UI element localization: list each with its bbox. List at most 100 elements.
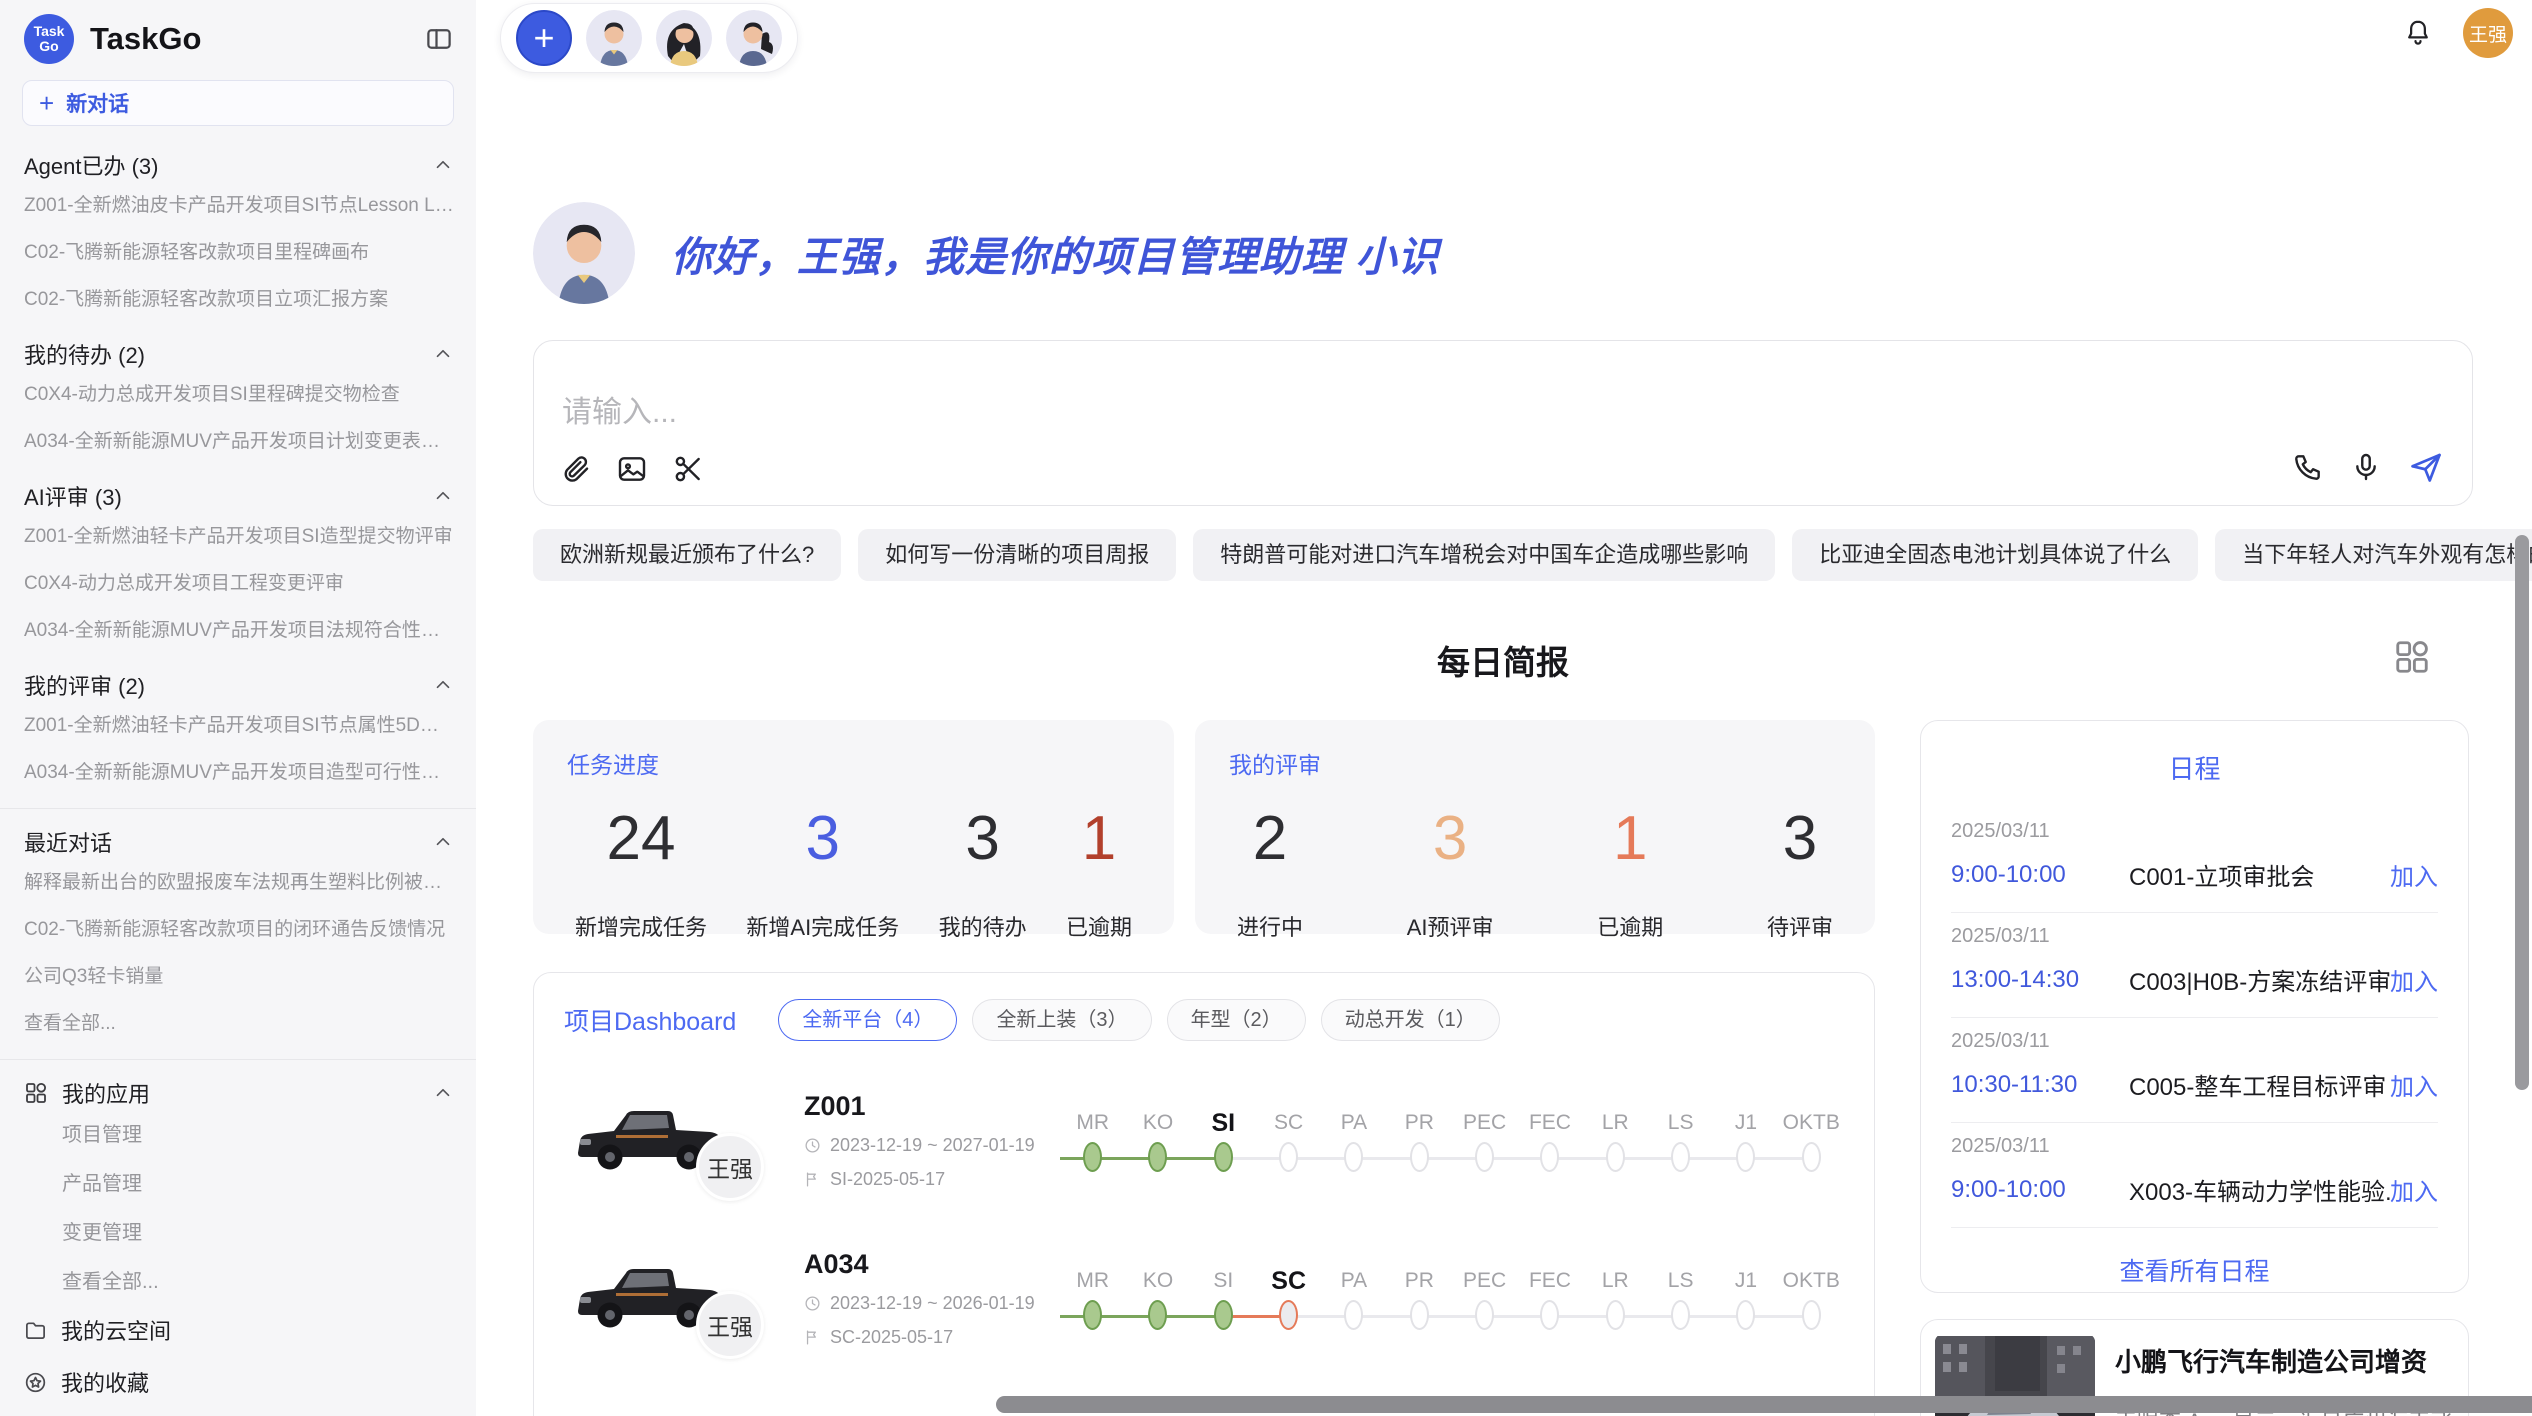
project-owner-badge: 王强 [696, 1133, 764, 1201]
vertical-scrollbar[interactable] [2515, 535, 2529, 1090]
my-review-card: 我的评审 2 进行中 3 AI预评审 [1195, 720, 1875, 934]
tab-new-platform[interactable]: 全新平台（4） [778, 999, 957, 1041]
join-link[interactable]: 加入 [2390, 857, 2438, 892]
topbar-right: 王强 [2403, 8, 2513, 58]
sidebar-group-recent-chats[interactable]: 最近对话 [24, 827, 454, 857]
tab-powertrain[interactable]: 动总开发（1） [1321, 999, 1500, 1041]
milestone-dot [1802, 1300, 1821, 1330]
scissors-icon[interactable] [672, 453, 704, 485]
sidebar-item[interactable]: C02-飞腾新能源轻客改款项目立项汇报方案 [24, 274, 454, 321]
milestone-dot [1279, 1142, 1298, 1172]
sidebar-app-project-mgmt[interactable]: 项目管理 [24, 1108, 454, 1157]
suggestion-chip[interactable]: 欧洲新规最近颁布了什么? [533, 529, 841, 581]
plus-icon: + [39, 90, 54, 116]
app-root: Task Go TaskGo + 新对话 Agent已办 (3) Z001-全新… [0, 0, 2532, 1416]
clock-icon [804, 1295, 821, 1312]
sidebar-app-change-mgmt[interactable]: 变更管理 [24, 1206, 454, 1255]
send-icon[interactable] [2408, 449, 2444, 485]
chevron-up-icon[interactable] [432, 831, 454, 853]
add-session-button[interactable]: + [516, 10, 572, 66]
sidebar-item-cloud-space[interactable]: 我的云空间 [24, 1304, 454, 1356]
microphone-icon[interactable] [2350, 451, 2382, 483]
flag-icon [804, 1171, 821, 1188]
tab-new-body[interactable]: 全新上装（3） [972, 999, 1151, 1041]
sidebar-group-ai-review[interactable]: AI评审 (3) [24, 481, 454, 511]
sidebar-item[interactable]: A034-全新新能源MUV产品开发项目造型可行性评审 [24, 747, 454, 794]
daily-briefing-header: 每日简报 [533, 636, 2473, 680]
suggestion-chip[interactable]: 特朗普可能对进口汽车增税会对中国车企造成哪些影响 [1193, 529, 1775, 581]
chevron-up-icon[interactable] [432, 674, 454, 696]
sidebar-scroll: Agent已办 (3) Z001-全新燃油皮卡产品开发项目SI节点Lesson … [0, 130, 476, 1416]
avatar[interactable] [586, 10, 642, 66]
apps-grid-icon [24, 1081, 48, 1105]
avatar[interactable] [726, 10, 782, 66]
project-row-a034[interactable]: 王强 A034 2023-12-19 ~ 2026-01-19 [564, 1223, 1844, 1373]
divider [0, 808, 476, 809]
avatar[interactable] [656, 10, 712, 66]
sidebar-item[interactable]: Z001-全新燃油轻卡产品开发项目SI节点属性5D文件评审 [24, 700, 454, 747]
sidebar-item[interactable]: Z001-全新燃油皮卡产品开发项目SI节点Lesson Learn报告 [24, 180, 454, 227]
sidebar-item[interactable]: 公司Q3轻卡销量 [24, 951, 454, 998]
project-owner-badge: 王强 [696, 1291, 764, 1359]
milestone-chain: MR KO SI SC PA PR PEC FEC LR LS [1060, 1104, 1844, 1176]
new-chat-button[interactable]: + 新对话 [22, 80, 454, 126]
schedule-event: 2025/03/11 9:00-10:00 C001-立项审批会 加入 [1951, 808, 2438, 913]
sidebar-group-my-apps[interactable]: 我的应用 [24, 1078, 454, 1108]
sidebar-group-my-review[interactable]: 我的评审 (2) [24, 670, 454, 700]
chevron-up-icon[interactable] [432, 343, 454, 365]
chat-input[interactable]: 请输入... [533, 340, 2473, 506]
sidebar-item[interactable]: A034-全新新能源MUV产品开发项目计划变更表编写 [24, 416, 454, 463]
sidebar-group-agent-done[interactable]: Agent已办 (3) [24, 150, 454, 180]
schedule-title: 日程 [1951, 749, 2438, 786]
assistant-avatar [533, 202, 635, 304]
sidebar-collapse-icon[interactable] [424, 24, 454, 54]
view-all-schedule-link[interactable]: 查看所有日程 [1951, 1252, 2438, 1288]
milestone-dot [1410, 1300, 1429, 1330]
user-avatar[interactable]: 王强 [2463, 8, 2513, 58]
app-title: TaskGo [90, 21, 201, 57]
milestone-dot [1214, 1300, 1233, 1330]
schedule-event: 2025/03/11 9:00-10:00 X003-车辆动力学性能验... 加… [1951, 1123, 2438, 1228]
attachment-icon[interactable] [560, 453, 592, 485]
sidebar-item[interactable]: Z001-全新燃油轻卡产品开发项目SI造型提交物评审 [24, 511, 454, 558]
sidebar-item[interactable]: C02-飞腾新能源轻客改款项目的闭环通告反馈情况 [24, 904, 454, 951]
horizontal-scrollbar[interactable] [996, 1396, 2532, 1413]
sidebar-item-favorites[interactable]: 我的收藏 [24, 1356, 454, 1408]
milestone-dot [1148, 1142, 1167, 1172]
project-vehicle-image: 王强 [570, 1253, 730, 1343]
sidebar-item[interactable]: C0X4-动力总成开发项目SI里程碑提交物检查 [24, 369, 454, 416]
divider [0, 1059, 476, 1060]
schedule-card: 日程 2025/03/11 9:00-10:00 C001-立项审批会 加入 [1920, 720, 2469, 1293]
view-all-chats-link[interactable]: 查看全部... [24, 998, 454, 1045]
sidebar-item[interactable]: C02-飞腾新能源轻客改款项目里程碑画布 [24, 227, 454, 274]
chevron-up-icon[interactable] [432, 485, 454, 507]
project-row-z001[interactable]: 王强 Z001 2023-12-19 ~ 2027-01-19 [564, 1065, 1844, 1215]
sidebar-item[interactable]: C0X4-动力总成开发项目工程变更评审 [24, 558, 454, 605]
chevron-up-icon[interactable] [432, 154, 454, 176]
sidebar-app-product-mgmt[interactable]: 产品管理 [24, 1157, 454, 1206]
sidebar-group-my-todo[interactable]: 我的待办 (2) [24, 339, 454, 369]
stat: 1 已逾期 [1066, 808, 1132, 942]
sidebar-item[interactable]: 解释最新出台的欧盟报废车法规再生塑料比例被调至15%... [24, 857, 454, 904]
suggestion-chip[interactable]: 如何写一份清晰的项目周报 [858, 529, 1176, 581]
suggestion-chip[interactable]: 当下年轻人对汽车外观有怎样的喜好趋势 [2215, 529, 2532, 581]
daily-briefing-title: 每日简报 [533, 636, 2473, 684]
news-title: 小鹏飞行汽车制造公司增资 [2115, 1342, 2454, 1379]
suggestion-chip[interactable]: 比亚迪全固态电池计划具体说了什么 [1792, 529, 2198, 581]
project-name: A034 [804, 1249, 1054, 1280]
view-all-apps-link[interactable]: 查看全部... [24, 1255, 454, 1304]
image-icon[interactable] [616, 453, 648, 485]
sidebar-item[interactable]: A034-全新新能源MUV产品开发项目法规符合性评审 [24, 605, 454, 652]
dashboard-header: 项目Dashboard 全新平台（4） 全新上装（3） 年型（2） 动总开发（1… [564, 999, 1844, 1041]
notification-bell-icon[interactable] [2403, 18, 2433, 48]
phone-icon[interactable] [2292, 451, 2324, 483]
stat: 3 AI预评审 [1407, 808, 1494, 942]
milestone-dot [1671, 1142, 1690, 1172]
join-link[interactable]: 加入 [2390, 962, 2438, 997]
chevron-up-icon[interactable] [432, 1082, 454, 1104]
layout-grid-icon[interactable] [2393, 638, 2431, 676]
tab-model-year[interactable]: 年型（2） [1167, 999, 1306, 1041]
join-link[interactable]: 加入 [2390, 1067, 2438, 1102]
topbar: + 王强 [476, 0, 2532, 72]
join-link[interactable]: 加入 [2390, 1172, 2438, 1207]
